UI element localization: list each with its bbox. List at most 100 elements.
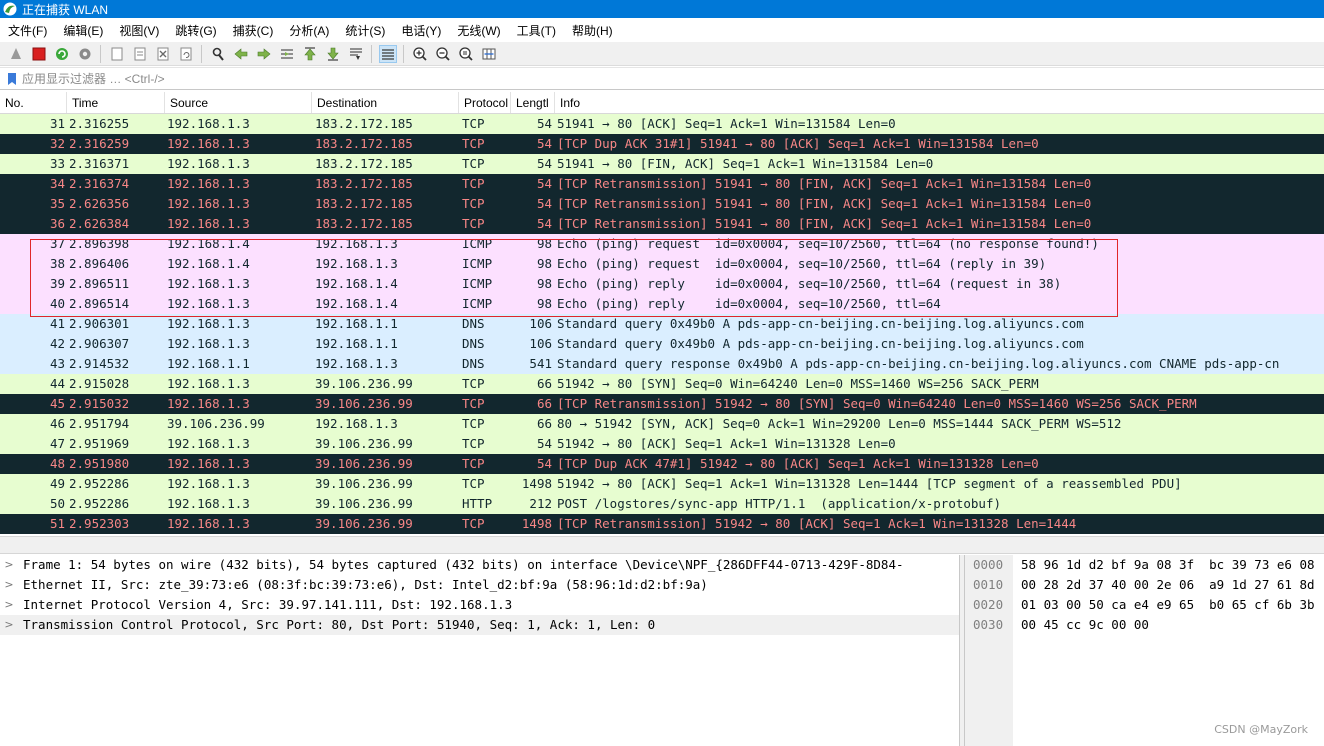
pane-splitter[interactable]: [0, 536, 1324, 554]
auto-scroll-icon[interactable]: [347, 45, 365, 63]
menu-go[interactable]: 跳转(G): [167, 22, 224, 39]
packet-destination: 192.168.1.3: [315, 236, 398, 251]
packet-info: Echo (ping) reply id=0x0004, seq=10/2560…: [557, 276, 1062, 291]
detail-row-frame[interactable]: > Frame 1: 54 bytes on wire (432 bits), 5…: [0, 555, 959, 575]
col-header-destination[interactable]: Destination: [312, 92, 459, 113]
save-file-icon[interactable]: [131, 45, 149, 63]
packet-row[interactable]: 34 2.316374 192.168.1.3 183.2.172.185 TCP 54 […: [0, 174, 1324, 194]
hex-line[interactable]: 01 03 00 50 ca e4 e9 65 b0 65 cf 6b 3b: [1021, 595, 1315, 615]
hex-line[interactable]: 00 28 2d 37 40 00 2e 06 a9 1d 27 61 8d: [1021, 575, 1315, 595]
packet-row[interactable]: 38 2.896406 192.168.1.4 192.168.1.3 ICMP 98 Ec…: [0, 254, 1324, 274]
expand-arrow-icon[interactable]: >: [0, 575, 18, 595]
packet-row[interactable]: 50 2.952286 192.168.1.3 39.106.236.99 HTTP 21…: [0, 494, 1324, 514]
packet-row[interactable]: 32 2.316259 192.168.1.3 183.2.172.185 TCP 54 […: [0, 134, 1324, 154]
packet-source: 192.168.1.3: [167, 196, 250, 211]
col-header-time[interactable]: Time: [67, 92, 165, 113]
packet-time: 2.896406: [69, 256, 130, 271]
zoom-in-icon[interactable]: [411, 45, 429, 63]
packet-row[interactable]: 43 2.914532 192.168.1.1 192.168.1.3 DNS 541 St…: [0, 354, 1324, 374]
display-filter-input[interactable]: [22, 71, 1312, 86]
packet-row[interactable]: 47 2.951969 192.168.1.3 39.106.236.99 TCP 54 5…: [0, 434, 1324, 454]
capture-options-icon[interactable]: [76, 45, 94, 63]
bookmark-icon[interactable]: [6, 72, 18, 86]
menu-tools[interactable]: 工具(T): [509, 22, 564, 39]
find-packet-icon[interactable]: [209, 45, 227, 63]
detail-row-tcp[interactable]: > Transmission Control Protocol, Src Port…: [0, 615, 959, 635]
menu-file[interactable]: 文件(F): [0, 22, 55, 39]
packet-row[interactable]: 33 2.316371 192.168.1.3 183.2.172.185 TCP 54 5…: [0, 154, 1324, 174]
packet-row[interactable]: 46 2.951794 39.106.236.99 192.168.1.3 TCP 66 8…: [0, 414, 1324, 434]
packet-time: 2.316255: [69, 116, 130, 131]
packet-row[interactable]: 42 2.906307 192.168.1.3 192.168.1.1 DNS 106 St…: [0, 334, 1324, 354]
packet-row[interactable]: 49 2.952286 192.168.1.3 39.106.236.99 TCP 149…: [0, 474, 1324, 494]
expand-arrow-icon[interactable]: >: [0, 615, 18, 635]
stop-capture-icon[interactable]: [30, 45, 48, 63]
reload-file-icon[interactable]: [177, 45, 195, 63]
menu-view[interactable]: 视图(V): [111, 22, 167, 39]
packet-length: 98: [536, 256, 552, 271]
detail-row-ethernet[interactable]: > Ethernet II, Src: zte_39:73:e6 (08:3f:b…: [0, 575, 959, 595]
packet-list-header: No. Time Source Destination Protocol Len…: [0, 92, 1324, 114]
packet-source: 192.168.1.3: [167, 296, 250, 311]
open-file-icon[interactable]: [108, 45, 126, 63]
packet-row[interactable]: 39 2.896511 192.168.1.3 192.168.1.4 ICMP 98 Ec…: [0, 274, 1324, 294]
start-capture-icon[interactable]: [7, 45, 25, 63]
restart-capture-icon[interactable]: [53, 45, 71, 63]
packet-length: 54: [536, 456, 552, 471]
packet-row[interactable]: 51 2.952303 192.168.1.3 39.106.236.99 TCP 149…: [0, 514, 1324, 534]
packet-row[interactable]: 37 2.896398 192.168.1.4 192.168.1.3 ICMP 98 Ec…: [0, 234, 1324, 254]
detail-row-ipv4[interactable]: > Internet Protocol Version 4, Src: 39.97…: [0, 595, 959, 615]
hex-line[interactable]: 58 96 1d d2 bf 9a 08 3f bc 39 73 e6 08: [1021, 555, 1315, 575]
go-to-packet-icon[interactable]: [278, 45, 296, 63]
packet-info: 51941 → 80 [FIN, ACK] Seq=1 Ack=1 Win=13…: [557, 156, 934, 171]
packet-time: 2.952286: [69, 496, 130, 511]
zoom-normal-icon[interactable]: [457, 45, 475, 63]
packet-length: 54: [536, 156, 552, 171]
col-header-source[interactable]: Source: [165, 92, 312, 113]
menu-wireless[interactable]: 无线(W): [449, 22, 508, 39]
go-last-icon[interactable]: [324, 45, 342, 63]
hex-line[interactable]: 00 45 cc 9c 00 00: [1021, 615, 1315, 635]
expand-arrow-icon[interactable]: >: [0, 555, 18, 575]
packet-protocol: TCP: [462, 436, 485, 451]
packet-no: 41: [49, 316, 65, 331]
packet-row[interactable]: 41 2.906301 192.168.1.3 192.168.1.1 DNS 106 St…: [0, 314, 1324, 334]
zoom-out-icon[interactable]: [434, 45, 452, 63]
packet-row[interactable]: 45 2.915032 192.168.1.3 39.106.236.99 TCP 66 […: [0, 394, 1324, 414]
packet-row[interactable]: 40 2.896514 192.168.1.3 192.168.1.4 ICMP 98 Ec…: [0, 294, 1324, 314]
close-file-icon[interactable]: [154, 45, 172, 63]
menu-capture[interactable]: 捕获(C): [225, 22, 282, 39]
col-header-no[interactable]: No.: [0, 92, 67, 113]
byte-offset: 0020: [973, 597, 1004, 612]
packet-row[interactable]: 35 2.626356 192.168.1.3 183.2.172.185 TCP 54 […: [0, 194, 1324, 214]
go-back-icon[interactable]: [232, 45, 250, 63]
menu-telephony[interactable]: 电话(Y): [393, 22, 449, 39]
packet-length: 106: [529, 316, 552, 331]
packet-protocol: TCP: [462, 456, 485, 471]
packet-row[interactable]: 44 2.915028 192.168.1.3 39.106.236.99 TCP 66 5…: [0, 374, 1324, 394]
col-header-length[interactable]: Lengtl: [511, 92, 555, 113]
packet-no: 36: [49, 216, 65, 231]
packet-no: 44: [49, 376, 65, 391]
menu-statistics[interactable]: 统计(S): [337, 22, 393, 39]
packet-row[interactable]: 31 2.316255 192.168.1.3 183.2.172.185 TCP 54 5…: [0, 114, 1324, 134]
packet-length: 212: [529, 496, 552, 511]
packet-row[interactable]: 36 2.626384 192.168.1.3 183.2.172.185 TCP 54 […: [0, 214, 1324, 234]
menu-help[interactable]: 帮助(H): [564, 22, 621, 39]
expand-arrow-icon[interactable]: >: [0, 595, 18, 615]
menu-edit[interactable]: 编辑(E): [55, 22, 111, 39]
col-header-info[interactable]: Info: [555, 92, 1324, 113]
packet-source: 192.168.1.4: [167, 236, 250, 251]
byte-hex: 58 96 1d d2 bf 9a 08 3f bc 39 73 e6 08 0…: [1013, 555, 1315, 746]
menu-analyze[interactable]: 分析(A): [281, 22, 337, 39]
resize-columns-icon[interactable]: [480, 45, 498, 63]
go-first-icon[interactable]: [301, 45, 319, 63]
col-header-protocol[interactable]: Protocol: [459, 92, 511, 113]
go-forward-icon[interactable]: [255, 45, 273, 63]
colorize-icon[interactable]: [378, 44, 397, 63]
packet-no: 37: [49, 236, 65, 251]
packet-destination: 39.106.236.99: [315, 516, 413, 531]
byte-offset: 0000: [973, 557, 1004, 572]
packet-time: 2.951980: [69, 456, 130, 471]
packet-row[interactable]: 48 2.951980 192.168.1.3 39.106.236.99 TCP 54 […: [0, 454, 1324, 474]
